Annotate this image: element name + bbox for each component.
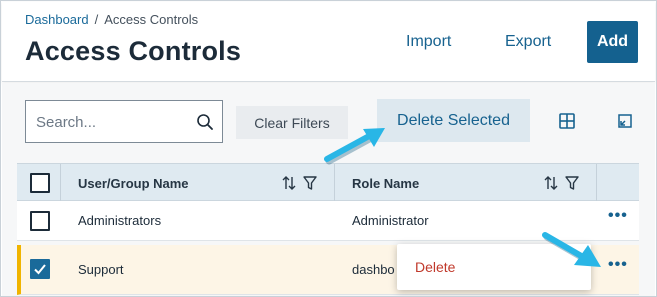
add-button[interactable]: Add — [587, 21, 638, 63]
table-header: User/Group Name Role Name — [17, 163, 639, 202]
user-group-name: Support — [78, 262, 124, 277]
annotation-arrow-icon — [324, 128, 385, 165]
header-select-cell — [17, 164, 61, 202]
grid-icon[interactable] — [557, 111, 577, 131]
collapse-icon[interactable] — [615, 111, 635, 131]
checkmark-icon — [34, 264, 46, 275]
header-role-cell: Role Name — [335, 164, 597, 202]
page-title: Access Controls — [25, 36, 242, 66]
row-actions-kebab-icon[interactable]: ••• — [608, 256, 628, 274]
breadcrumb-current: Access Controls — [104, 12, 199, 27]
column-header-user-group[interactable]: User/Group Name — [78, 176, 189, 191]
breadcrumb-dashboard-link[interactable]: Dashboard — [25, 12, 89, 27]
search-input[interactable] — [36, 112, 186, 132]
breadcrumb: Dashboard / Access Controls — [25, 12, 198, 27]
export-button[interactable]: Export — [505, 30, 551, 54]
page-header: Dashboard / Access Controls Access Contr… — [2, 2, 655, 82]
role-name: dashbo — [352, 262, 395, 277]
select-all-checkbox[interactable] — [30, 173, 50, 193]
row-checkbox[interactable] — [30, 259, 50, 279]
annotation-arrow-icon — [542, 232, 601, 267]
delete-selected-button[interactable]: Delete Selected — [377, 99, 530, 142]
delete-menu-item[interactable]: Delete — [415, 259, 455, 275]
search-icon[interactable] — [196, 113, 214, 131]
filter-icon[interactable] — [302, 175, 318, 191]
column-header-role-name[interactable]: Role Name — [352, 176, 419, 191]
search-box[interactable] — [25, 100, 223, 143]
sort-icon[interactable] — [281, 175, 297, 191]
sort-icon[interactable] — [543, 175, 559, 191]
header-user-group-cell: User/Group Name — [61, 164, 335, 202]
import-button[interactable]: Import — [406, 30, 451, 54]
row-actions-kebab-icon[interactable]: ••• — [608, 207, 628, 225]
filter-icon[interactable] — [564, 175, 580, 191]
app-window: Dashboard / Access Controls Access Contr… — [0, 0, 657, 297]
row-checkbox[interactable] — [30, 211, 50, 231]
breadcrumb-separator: / — [94, 12, 99, 27]
user-group-name: Administrators — [78, 213, 162, 228]
role-name: Administrator — [352, 213, 429, 228]
